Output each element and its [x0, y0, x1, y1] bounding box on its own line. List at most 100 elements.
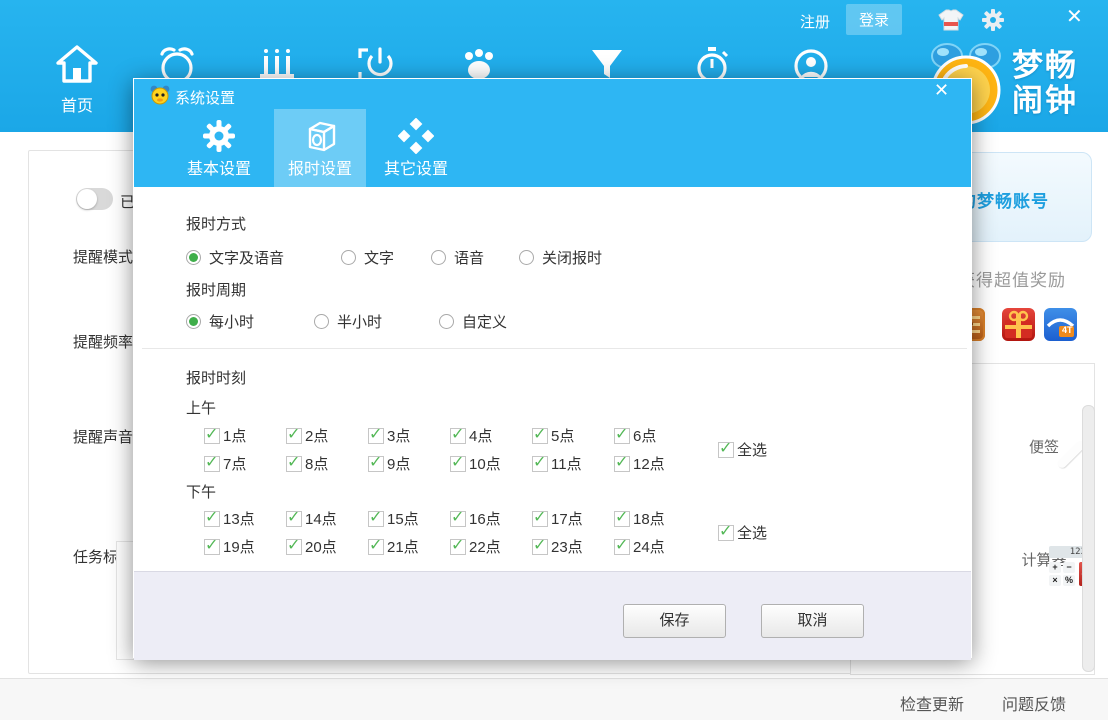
hour-checkbox-17[interactable]: ✓17点 — [532, 508, 583, 529]
register-link[interactable]: 注册 — [800, 11, 830, 32]
checkbox-icon: ✓ — [718, 442, 734, 458]
hour-checkbox-2[interactable]: ✓2点 — [286, 425, 328, 446]
checkbox-icon: ✓ — [450, 511, 466, 527]
checkbox-icon: ✓ — [204, 456, 220, 472]
hour-checkbox-14[interactable]: ✓14点 — [286, 508, 337, 529]
hour-checkbox-5[interactable]: ✓5点 — [532, 425, 574, 446]
radio-voice-only[interactable]: 语音 — [431, 247, 484, 268]
nav-item-label: 首页 — [42, 92, 112, 116]
logo-text: 梦畅 闹钟 — [1012, 48, 1078, 118]
dialog-alarm-icon — [149, 85, 171, 105]
app-window: 首页 — [0, 0, 1108, 720]
checkbox-icon: ✓ — [368, 511, 384, 527]
radio-half-hour[interactable]: 半小时 — [314, 311, 382, 332]
radio-text-and-voice[interactable]: 文字及语音 — [186, 247, 284, 268]
times-section-label: 报时时刻 — [186, 367, 246, 388]
gift-reward-icon[interactable] — [1002, 308, 1035, 341]
checkbox-icon: ✓ — [532, 539, 548, 555]
feedback-link[interactable]: 问题反馈 — [1002, 691, 1066, 715]
hour-checkbox-15[interactable]: ✓15点 — [368, 508, 419, 529]
checkbox-icon: ✓ — [204, 428, 220, 444]
checkbox-icon: ✓ — [532, 511, 548, 527]
login-button[interactable]: 登录 — [846, 4, 902, 35]
save-button[interactable]: 保存 — [623, 604, 726, 638]
hour-checkbox-20[interactable]: ✓20点 — [286, 536, 337, 557]
radio-icon — [519, 250, 534, 265]
radio-custom[interactable]: 自定义 — [439, 311, 507, 332]
hour-checkbox-9[interactable]: ✓9点 — [368, 453, 410, 474]
checkbox-icon: ✓ — [368, 428, 384, 444]
hour-checkbox-24[interactable]: ✓24点 — [614, 536, 665, 557]
checkbox-icon: ✓ — [368, 539, 384, 555]
checkbox-icon: ✓ — [614, 428, 630, 444]
checkbox-icon: ✓ — [614, 456, 630, 472]
notes-tool-button[interactable]: 便签 — [1009, 428, 1079, 457]
tab-basic-settings[interactable]: 基本设置 — [173, 109, 265, 187]
checkbox-icon: ✓ — [614, 539, 630, 555]
dialog-close-button[interactable]: ✕ — [934, 80, 949, 101]
hour-checkbox-6[interactable]: ✓6点 — [614, 425, 656, 446]
reminder-sound-label: 提醒声音 — [73, 426, 133, 447]
period-section-label: 报时周期 — [186, 279, 246, 300]
skin-shirt-icon[interactable] — [937, 7, 965, 38]
radio-icon — [186, 250, 201, 265]
tab-label: 其它设置 — [370, 155, 462, 179]
checkbox-icon: ✓ — [204, 511, 220, 527]
hour-checkbox-23[interactable]: ✓23点 — [532, 536, 583, 557]
hour-checkbox-1[interactable]: ✓1点 — [204, 425, 246, 446]
dialog-footer: 保存 取消 — [134, 571, 971, 660]
hour-checkbox-13[interactable]: ✓13点 — [204, 508, 255, 529]
hour-checkbox-10[interactable]: ✓10点 — [450, 453, 501, 474]
checkbox-icon: ✓ — [450, 539, 466, 555]
toggle-knob — [77, 189, 97, 209]
right-scrollbar[interactable] — [1082, 405, 1095, 672]
radio-icon — [186, 314, 201, 329]
section-divider — [142, 348, 967, 349]
checkbox-icon: ✓ — [286, 539, 302, 555]
check-update-link[interactable]: 检查更新 — [900, 691, 964, 715]
rewards-label: 获得超值奖励 — [958, 266, 1066, 291]
radio-text-only[interactable]: 文字 — [341, 247, 394, 268]
hour-checkbox-19[interactable]: ✓19点 — [204, 536, 255, 557]
pm-group-label: 下午 — [186, 481, 216, 502]
tab-label: 报时设置 — [274, 155, 366, 179]
radio-announce-off[interactable]: 关闭报时 — [519, 247, 602, 268]
hour-checkbox-7[interactable]: ✓7点 — [204, 453, 246, 474]
calculator-keys: +− ×% — [1049, 562, 1075, 586]
radio-icon — [431, 250, 446, 265]
radio-every-hour[interactable]: 每小时 — [186, 311, 254, 332]
cube-tab-icon — [274, 118, 366, 154]
am-select-all-checkbox[interactable]: ✓全选 — [718, 439, 767, 460]
checkbox-icon: ✓ — [450, 456, 466, 472]
cancel-button[interactable]: 取消 — [761, 604, 864, 638]
settings-gear-icon[interactable] — [981, 8, 1005, 37]
calculator-tool-button[interactable]: 123 +− ×% − 计算器 — [1009, 541, 1079, 570]
hour-checkbox-4[interactable]: ✓4点 — [450, 425, 492, 446]
account-banner-text: 的梦畅账号 — [959, 187, 1049, 212]
hour-checkbox-8[interactable]: ✓8点 — [286, 453, 328, 474]
hour-checkbox-11[interactable]: ✓11点 — [532, 453, 582, 474]
disturb-toggle[interactable] — [76, 188, 113, 210]
checkbox-icon: ✓ — [532, 456, 548, 472]
tab-other-settings[interactable]: 其它设置 — [370, 109, 462, 187]
tab-announce-settings[interactable]: 报时设置 — [274, 109, 366, 187]
dialog-title: 系统设置 — [175, 87, 235, 108]
hour-checkbox-3[interactable]: ✓3点 — [368, 425, 410, 446]
reminder-mode-label: 提醒模式 — [73, 246, 133, 267]
hour-checkbox-18[interactable]: ✓18点 — [614, 508, 665, 529]
am-group-label: 上午 — [186, 397, 216, 418]
dialog-body: 报时方式 文字及语音 文字 语音 关闭报时 报时周期 每小时 — [134, 187, 971, 571]
nav-item-home[interactable]: 首页 — [42, 44, 112, 116]
diamonds-tab-icon — [370, 118, 462, 154]
pm-select-all-checkbox[interactable]: ✓全选 — [718, 522, 767, 543]
window-close-button[interactable]: ✕ — [1066, 7, 1083, 27]
hour-checkbox-22[interactable]: ✓22点 — [450, 536, 501, 557]
checkbox-icon: ✓ — [450, 428, 466, 444]
checkbox-icon: ✓ — [614, 511, 630, 527]
travel-reward-icon[interactable]: 4T — [1044, 308, 1077, 341]
hour-checkbox-16[interactable]: ✓16点 — [450, 508, 501, 529]
method-section-label: 报时方式 — [186, 213, 246, 234]
hour-checkbox-12[interactable]: ✓12点 — [614, 453, 665, 474]
reward-badge-text: 4T — [1062, 325, 1073, 335]
hour-checkbox-21[interactable]: ✓21点 — [368, 536, 419, 557]
